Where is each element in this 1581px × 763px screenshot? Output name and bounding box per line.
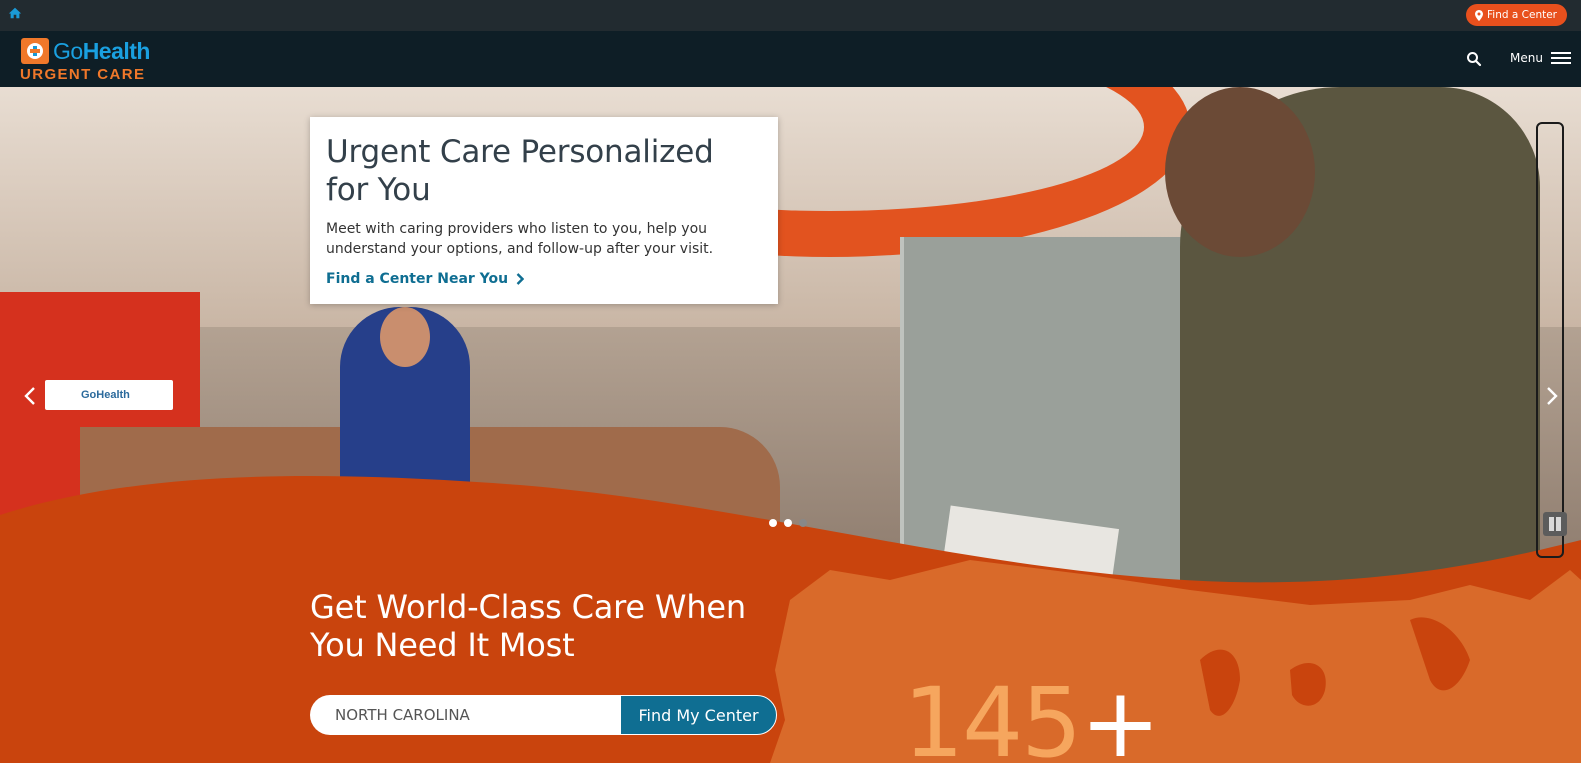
menu-label: Menu <box>1510 51 1543 65</box>
hero-title: Urgent Care Personalized for You <box>326 134 714 208</box>
search-icon[interactable] <box>1466 51 1482 67</box>
location-search-input[interactable] <box>310 695 620 735</box>
care-section-title: Get World-Class Care When You Need It Mo… <box>310 588 746 664</box>
utility-bar: Find a Center <box>0 0 1581 31</box>
gohealth-logo[interactable]: GoHealth URGENT CARE <box>20 37 180 83</box>
carousel-next-icon[interactable] <box>1540 385 1562 407</box>
center-count-value: 145 <box>903 667 1082 763</box>
hero-photo-nurse-head <box>380 307 430 367</box>
carousel-indicators <box>769 519 807 527</box>
carousel-dot-2[interactable] <box>784 519 792 527</box>
main-header: GoHealth URGENT CARE Menu <box>0 31 1581 87</box>
find-center-near-you-link[interactable]: Find a Center Near You <box>326 271 525 287</box>
hamburger-icon <box>1550 52 1571 64</box>
hero-photo-patient-head <box>1165 87 1315 257</box>
logo-wordmark: GoHealth <box>53 38 150 64</box>
find-center-form: Find My Center <box>310 695 777 735</box>
us-map-graphic <box>770 560 1581 763</box>
hero-promo-card: Urgent Care Personalized for You Meet wi… <box>310 117 778 304</box>
home-icon[interactable] <box>8 6 22 20</box>
logo-cross-icon <box>21 38 49 64</box>
find-center-near-you-label: Find a Center Near You <box>326 271 509 287</box>
carousel-dot-1[interactable] <box>769 519 777 527</box>
find-a-center-label: Find a Center <box>1487 9 1557 21</box>
logo-subtitle: URGENT CARE <box>20 66 146 83</box>
chevron-right-icon <box>516 273 525 285</box>
center-count-stat: 145+ <box>903 667 1161 763</box>
center-count-suffix: + <box>1080 667 1160 763</box>
carousel-pause-icon[interactable] <box>1543 512 1567 536</box>
carousel-dot-3[interactable] <box>799 519 807 527</box>
menu-button[interactable]: Menu <box>1510 48 1571 68</box>
hero-description: Meet with caring providers who listen to… <box>326 221 714 257</box>
carousel-prev-icon[interactable] <box>20 385 42 407</box>
map-pin-icon <box>1475 9 1484 21</box>
find-a-center-button[interactable]: Find a Center <box>1466 4 1567 26</box>
hero-photo-sign: GoHealth <box>45 380 173 410</box>
find-my-center-button[interactable]: Find My Center <box>620 695 777 735</box>
